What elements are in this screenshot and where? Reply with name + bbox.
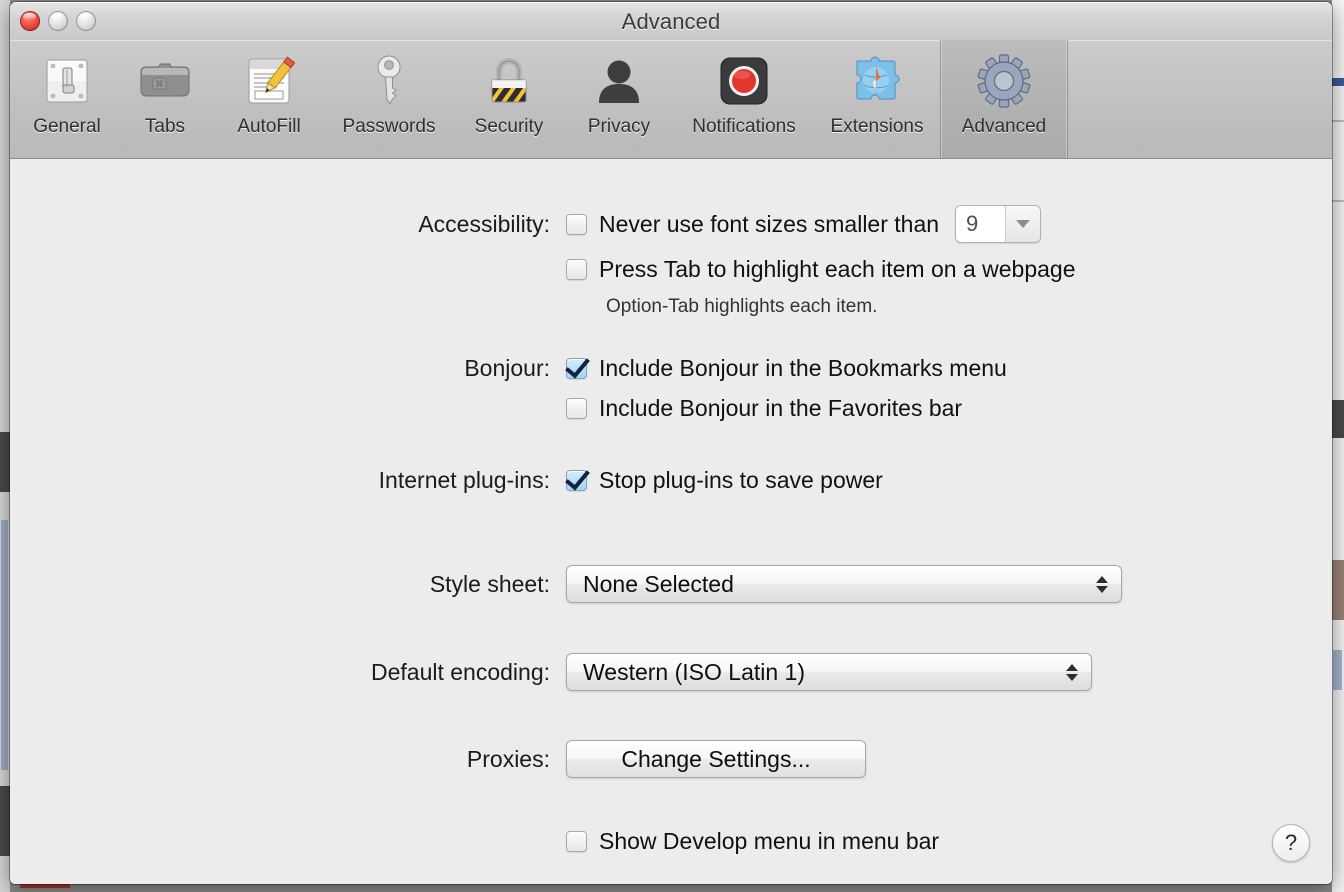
- gear-icon: [975, 48, 1033, 114]
- toolbar-item-security[interactable]: Security: [454, 40, 564, 158]
- backdrop-right-image: [1332, 560, 1344, 620]
- toolbar-item-notifications[interactable]: Notifications: [674, 40, 814, 158]
- proxies-label: Proxies:: [10, 746, 550, 773]
- chevron-down-icon[interactable]: [1006, 206, 1040, 242]
- toolbar-label-privacy: Privacy: [588, 116, 650, 138]
- stop-plugins-label: Stop plug-ins to save power: [599, 467, 883, 494]
- toolbar-label-advanced: Advanced: [962, 116, 1047, 138]
- light-switch-icon: [41, 48, 93, 114]
- press-tab-row: Press Tab to highlight each item on a we…: [566, 256, 1076, 283]
- show-develop-menu-checkbox[interactable]: [566, 831, 587, 852]
- backdrop-right-line-2: [1332, 200, 1344, 202]
- toolbar-label-security: Security: [475, 116, 544, 138]
- toolbar-label-tabs: Tabs: [145, 116, 185, 138]
- preferences-toolbar: General ⌘ Tabs: [10, 40, 1332, 159]
- backdrop-right-panel: [1332, 0, 1344, 892]
- toolbar-label-extensions: Extensions: [831, 116, 924, 138]
- pencil-form-icon: [241, 48, 297, 114]
- change-settings-button[interactable]: Change Settings...: [566, 740, 866, 778]
- bonjour-bookmarks-menu-checkbox[interactable]: [566, 358, 587, 379]
- bonjour-label: Bonjour:: [10, 355, 550, 382]
- record-dot-icon: [716, 48, 772, 114]
- window-title: Advanced: [10, 9, 1332, 35]
- accessibility-row: Accessibility: Never use font sizes smal…: [10, 205, 1190, 243]
- advanced-settings-pane: Accessibility: Never use font sizes smal…: [10, 159, 1332, 884]
- style-sheet-value: None Selected: [583, 571, 1095, 598]
- up-down-chevron-icon: [1065, 664, 1079, 681]
- tab-icon: ⌘: [137, 48, 193, 114]
- toolbar-item-general[interactable]: General: [18, 40, 116, 158]
- develop-menu-row: Show Develop menu in menu bar: [566, 828, 939, 855]
- never-use-font-sizes-label: Never use font sizes smaller than: [599, 211, 939, 238]
- style-sheet-row: Style sheet: None Selected: [10, 565, 1122, 603]
- toolbar-item-passwords[interactable]: Passwords: [324, 40, 454, 158]
- up-down-chevron-icon: [1095, 576, 1109, 593]
- bonjour-row: Bonjour: Include Bonjour in the Bookmark…: [10, 355, 1007, 382]
- toolbar-item-advanced[interactable]: Advanced: [940, 40, 1068, 158]
- puzzle-compass-icon: [849, 48, 905, 114]
- toolbar-item-privacy[interactable]: Privacy: [564, 40, 674, 158]
- svg-text:⌘: ⌘: [155, 79, 164, 89]
- default-encoding-label: Default encoding:: [10, 659, 550, 686]
- stop-plugins-checkbox[interactable]: [566, 470, 587, 491]
- bonjour-favorites-bar-checkbox[interactable]: [566, 398, 587, 419]
- default-encoding-row: Default encoding: Western (ISO Latin 1): [10, 653, 1092, 691]
- backdrop-right-line-1: [1332, 120, 1344, 122]
- toolbar-label-passwords: Passwords: [343, 116, 436, 138]
- never-use-font-sizes-checkbox[interactable]: [566, 214, 587, 235]
- accessibility-label: Accessibility:: [10, 211, 550, 238]
- press-tab-label: Press Tab to highlight each item on a we…: [599, 256, 1076, 283]
- toolbar-item-tabs[interactable]: ⌘ Tabs: [116, 40, 214, 158]
- internet-plugins-row: Internet plug-ins: Stop plug-ins to save…: [10, 467, 883, 494]
- default-encoding-select[interactable]: Western (ISO Latin 1): [566, 653, 1092, 691]
- internet-plugins-label: Internet plug-ins:: [10, 467, 550, 494]
- option-tab-note-row: Option-Tab highlights each item.: [606, 296, 877, 318]
- minimum-font-size-combobox[interactable]: 9: [955, 205, 1041, 243]
- bonjour-favorites-row: Include Bonjour in the Favorites bar: [566, 395, 962, 422]
- toolbar-item-autofill[interactable]: AutoFill: [214, 40, 324, 158]
- toolbar-label-general: General: [33, 116, 101, 138]
- preferences-window: Advanced General: [10, 2, 1332, 884]
- bonjour-bookmarks-menu-label: Include Bonjour in the Bookmarks menu: [599, 355, 1007, 382]
- backdrop-left-dark-2: [0, 786, 10, 856]
- backdrop-right-dark: [1332, 400, 1344, 438]
- style-sheet-select[interactable]: None Selected: [566, 565, 1122, 603]
- toolbar-item-extensions[interactable]: Extensions: [814, 40, 940, 158]
- person-silhouette-icon: [594, 48, 644, 114]
- show-develop-menu-label: Show Develop menu in menu bar: [599, 828, 939, 855]
- backdrop-left-text: [1, 520, 8, 770]
- toolbar-label-notifications: Notifications: [692, 116, 796, 138]
- help-button[interactable]: ?: [1272, 824, 1310, 862]
- backdrop-left-dark: [0, 432, 10, 492]
- backdrop-bottom-accent: [20, 884, 70, 888]
- minimum-font-size-value[interactable]: 9: [956, 206, 1006, 242]
- padlock-icon: [483, 48, 535, 114]
- default-encoding-value: Western (ISO Latin 1): [583, 659, 1065, 686]
- backdrop-right-blue: [1332, 78, 1344, 86]
- backdrop-right-text: [1333, 650, 1342, 690]
- press-tab-checkbox[interactable]: [566, 259, 587, 280]
- option-tab-note: Option-Tab highlights each item.: [606, 296, 877, 318]
- proxies-row: Proxies: Change Settings...: [10, 740, 866, 778]
- style-sheet-label: Style sheet:: [10, 571, 550, 598]
- toolbar-label-autofill: AutoFill: [237, 116, 300, 138]
- key-icon: [369, 48, 409, 114]
- bonjour-favorites-bar-label: Include Bonjour in the Favorites bar: [599, 395, 962, 422]
- window-titlebar: Advanced: [10, 2, 1332, 40]
